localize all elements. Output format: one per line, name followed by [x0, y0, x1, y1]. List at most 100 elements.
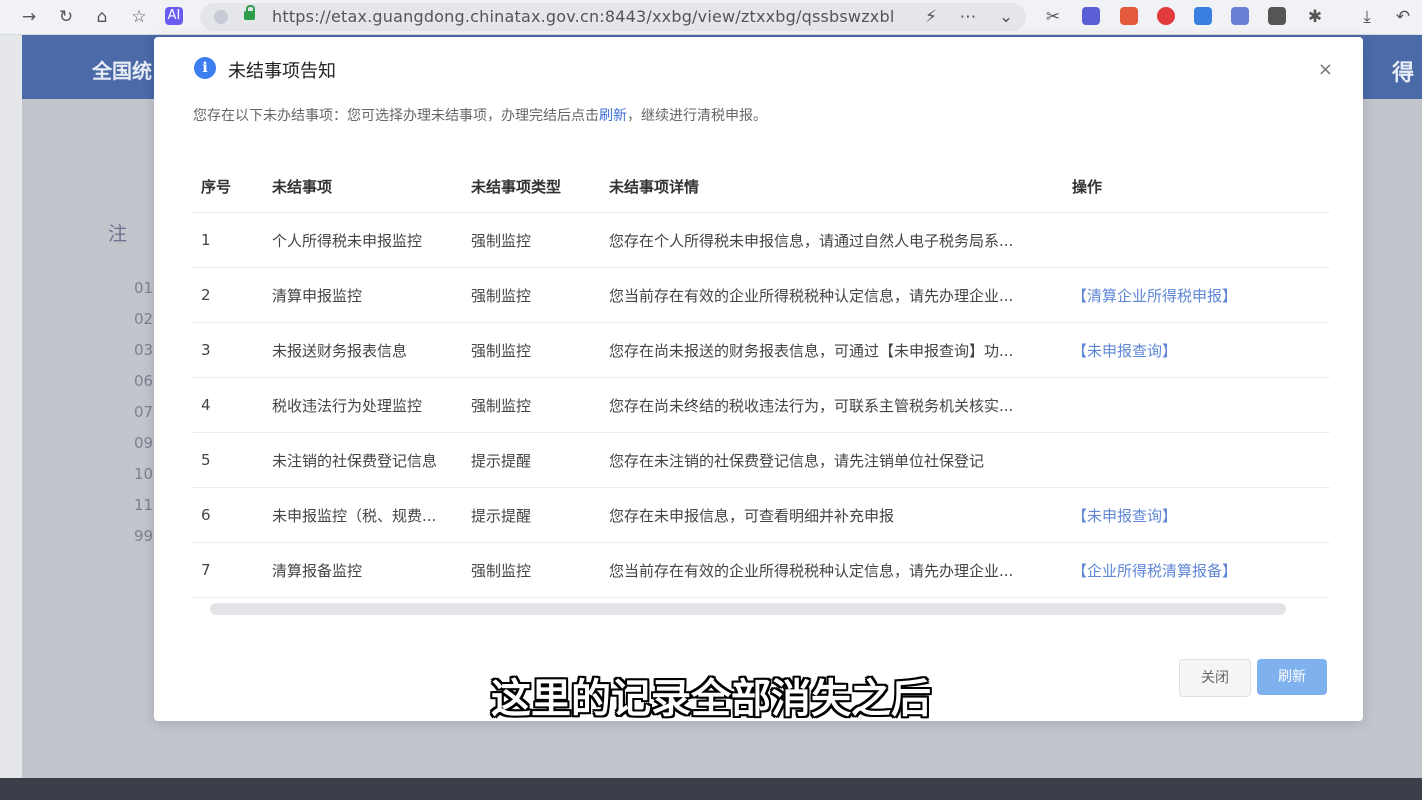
- background-header-right: 得: [1391, 61, 1414, 86]
- row-action: 【清算企业所得税申报】: [1072, 267, 1330, 323]
- table-header-row: 序号 未结事项 未结事项类型 未结事项详情 操作: [192, 160, 1330, 213]
- row-no: 2: [192, 267, 266, 323]
- background-code-list: 01 02 03 06 07 09 10 11 99: [134, 279, 153, 558]
- download-icon[interactable]: ⤓: [1356, 6, 1378, 28]
- background-code: 11: [134, 496, 154, 514]
- background-code: 02: [134, 310, 154, 328]
- row-no: 5: [192, 432, 266, 488]
- background-code: 03: [134, 341, 154, 359]
- favorites-icon[interactable]: ☆: [128, 6, 150, 28]
- reader-icon[interactable]: [1268, 7, 1286, 25]
- row-type: 强制监控: [471, 542, 609, 598]
- row-type: 提示提醒: [471, 487, 609, 543]
- extension-icon[interactable]: [1082, 7, 1100, 25]
- column-header-item: 未结事项: [272, 177, 333, 196]
- pending-items-table: 序号 未结事项 未结事项类型 未结事项详情 操作 1 个人所得税未申报监控 强制…: [192, 160, 1330, 598]
- row-type: 强制监控: [471, 322, 609, 378]
- row-item: 未注销的社保费登记信息: [266, 432, 471, 488]
- puzzle-icon[interactable]: ✱: [1304, 6, 1326, 28]
- horizontal-scrollbar[interactable]: [210, 603, 1286, 615]
- dialog-notice: 您存在以下未办结事项：您可选择办理未结事项，办理完结后点击刷新，继续进行清税申报…: [193, 105, 767, 125]
- background-code: 01: [134, 279, 154, 297]
- column-header-action: 操作: [1072, 177, 1103, 196]
- weibo-icon[interactable]: [1157, 7, 1175, 25]
- row-detail: 您存在未注销的社保费登记信息，请先注销单位社保登记: [609, 432, 1072, 488]
- row-item: 未申报监控（税、规费...: [266, 487, 471, 543]
- pending-items-dialog: i 未结事项告知 × 您存在以下未办结事项：您可选择办理未结事项，办理完结后点击…: [154, 37, 1363, 721]
- row-type: 提示提醒: [471, 432, 609, 488]
- row-item: 清算申报监控: [266, 267, 471, 323]
- address-bar[interactable]: https://etax.guangdong.chinatax.gov.cn:8…: [200, 3, 1026, 31]
- network-icon[interactable]: [1231, 7, 1249, 25]
- mail-icon[interactable]: [1194, 7, 1212, 25]
- row-item: 清算报备监控: [266, 542, 471, 598]
- column-header-no: 序号: [201, 177, 232, 196]
- lightning-icon[interactable]: ⚡: [920, 6, 942, 28]
- table-row: 6 未申报监控（税、规费... 提示提醒 您存在未申报信息，可查看明细并补充申报…: [192, 487, 1330, 543]
- scissors-icon[interactable]: ✂: [1042, 6, 1064, 28]
- row-action: [1072, 212, 1330, 268]
- info-icon: i: [194, 57, 216, 79]
- row-action: [1072, 377, 1330, 433]
- background-section-label: 注: [108, 223, 128, 245]
- notice-suffix: ，继续进行清税申报。: [627, 108, 767, 124]
- background-code: 07: [134, 403, 154, 421]
- row-no: 7: [192, 542, 266, 598]
- forward-icon[interactable]: →: [18, 6, 40, 28]
- row-action-link[interactable]: 【清算企业所得税申报】: [1072, 287, 1237, 305]
- row-action: 【未申报查询】: [1072, 487, 1330, 543]
- table-row: 4 税收违法行为处理监控 强制监控 您存在尚未终结的税收违法行为，可联系主管税务…: [192, 377, 1330, 433]
- dialog-title: 未结事项告知: [228, 61, 336, 82]
- row-item: 个人所得税未申报监控: [266, 212, 471, 268]
- row-no: 6: [192, 487, 266, 543]
- chevron-down-icon[interactable]: ⌄: [995, 6, 1017, 28]
- row-action: 【未申报查询】: [1072, 322, 1330, 378]
- ai-badge-label: AI: [167, 8, 181, 23]
- background-code: 09: [134, 434, 154, 452]
- row-action-link[interactable]: 【企业所得税清算报备】: [1072, 562, 1237, 580]
- row-type: 强制监控: [471, 267, 609, 323]
- close-icon[interactable]: ×: [1318, 59, 1333, 80]
- notice-prefix: 您存在以下未办结事项：您可选择办理未结事项，办理完结后点击: [193, 108, 599, 124]
- row-action: 【企业所得税清算报备】: [1072, 542, 1330, 598]
- row-action-link[interactable]: 【未申报查询】: [1072, 507, 1177, 525]
- row-detail: 您存在个人所得税未申报信息，请通过自然人电子税务局系...: [609, 212, 1072, 268]
- row-no: 3: [192, 322, 266, 378]
- row-no: 1: [192, 212, 266, 268]
- game-icon[interactable]: [1120, 7, 1138, 25]
- row-action: [1072, 432, 1330, 488]
- column-header-detail: 未结事项详情: [609, 177, 700, 196]
- notice-refresh-link[interactable]: 刷新: [599, 108, 627, 124]
- row-detail: 您当前存在有效的企业所得税税种认定信息，请先办理企业...: [609, 267, 1072, 323]
- background-header-title: 全国统: [92, 59, 152, 83]
- undo-icon[interactable]: ↶: [1392, 6, 1414, 28]
- browser-toolbar: → ↻ ⌂ ☆ AI https://etax.guangdong.chinat…: [0, 0, 1422, 35]
- background-code: 99: [134, 527, 154, 545]
- lock-icon: [244, 5, 255, 20]
- url-text[interactable]: https://etax.guangdong.chinatax.gov.cn:8…: [272, 7, 894, 26]
- table-row: 1 个人所得税未申报监控 强制监控 您存在个人所得税未申报信息，请通过自然人电子…: [192, 212, 1330, 268]
- home-icon[interactable]: ⌂: [91, 6, 113, 28]
- row-detail: 您当前存在有效的企业所得税税种认定信息，请先办理企业...: [609, 542, 1072, 598]
- row-type: 强制监控: [471, 377, 609, 433]
- table-row: 3 未报送财务报表信息 强制监控 您存在尚未报送的财务报表信息，可通过【未申报查…: [192, 322, 1330, 378]
- row-item: 税收违法行为处理监控: [266, 377, 471, 433]
- taskbar: [0, 778, 1422, 800]
- table-row: 2 清算申报监控 强制监控 您当前存在有效的企业所得税税种认定信息，请先办理企业…: [192, 267, 1330, 323]
- ai-extension-icon[interactable]: AI: [165, 7, 183, 25]
- row-detail: 您存在尚未报送的财务报表信息，可通过【未申报查询】功...: [609, 322, 1072, 378]
- table-row: 7 清算报备监控 强制监控 您当前存在有效的企业所得税税种认定信息，请先办理企业…: [192, 542, 1330, 598]
- column-header-type: 未结事项类型: [471, 177, 562, 196]
- table-row: 5 未注销的社保费登记信息 提示提醒 您存在未注销的社保费登记信息，请先注销单位…: [192, 432, 1330, 488]
- row-item: 未报送财务报表信息: [266, 322, 471, 378]
- row-action-link[interactable]: 【未申报查询】: [1072, 342, 1177, 360]
- background-code: 10: [134, 465, 154, 483]
- video-subtitle: 这里的记录全部消失之后: [491, 676, 931, 722]
- more-icon[interactable]: ⋯: [957, 6, 979, 28]
- row-detail: 您存在未申报信息，可查看明细并补充申报: [609, 487, 1072, 543]
- row-no: 4: [192, 377, 266, 433]
- row-type: 强制监控: [471, 212, 609, 268]
- site-info-icon[interactable]: [214, 10, 228, 24]
- reload-icon[interactable]: ↻: [55, 6, 77, 28]
- row-detail: 您存在尚未终结的税收违法行为，可联系主管税务机关核实...: [609, 377, 1072, 433]
